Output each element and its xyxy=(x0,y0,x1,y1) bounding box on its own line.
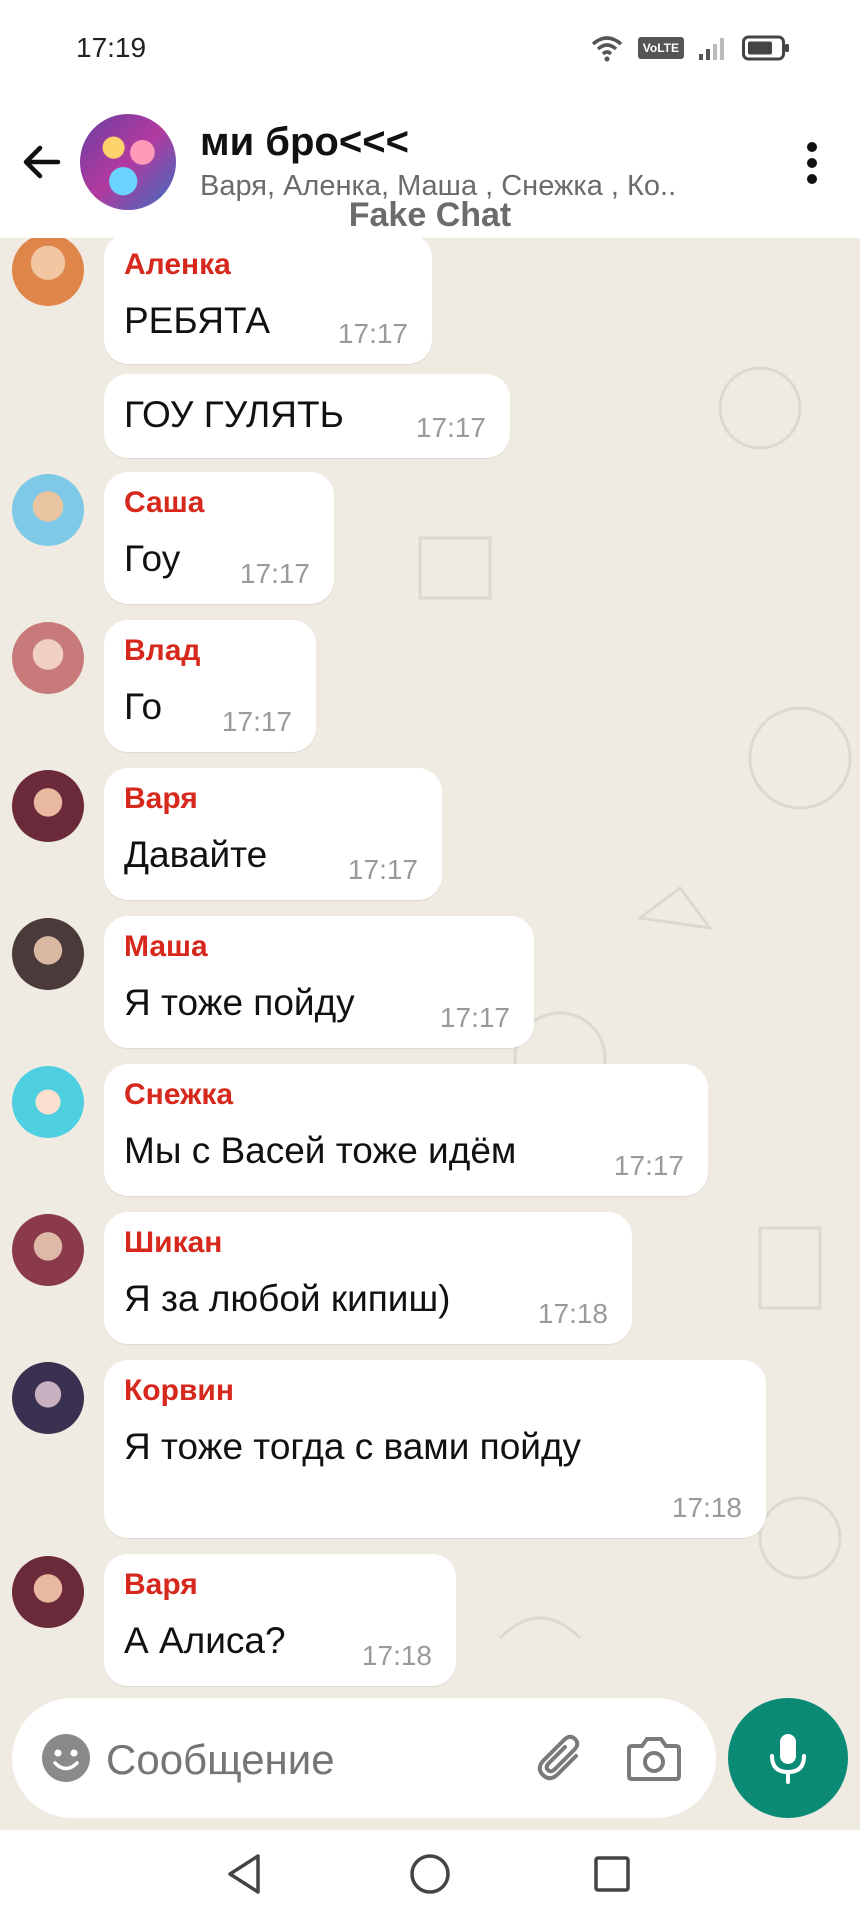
nav-recents-icon[interactable] xyxy=(592,1854,632,1894)
chat-title[interactable]: ми бро<<< xyxy=(200,120,409,165)
message-time: 17:17 xyxy=(221,706,292,737)
watermark: Fake Chat xyxy=(348,196,512,234)
message-bubble[interactable]: Корвин Я тоже тогда с вами пойду 17:18 xyxy=(104,1360,766,1538)
volte-badge: VoLTE xyxy=(637,37,684,59)
message-bubble[interactable]: ГОУ ГУЛЯТЬ 17:17 xyxy=(104,374,510,458)
message-row: Корвин Я тоже тогда с вами пойду 17:18 xyxy=(0,1360,860,1538)
message-time: 17:18 xyxy=(671,1492,742,1523)
message-row: Влад Го 17:17 xyxy=(0,620,860,752)
avatar[interactable] xyxy=(12,1556,84,1628)
smiley-icon xyxy=(42,1734,90,1782)
sender-name: Маша xyxy=(124,930,208,963)
message-bubble[interactable]: Аленка РЕБЯТА 17:17 xyxy=(104,238,432,364)
message-time: 17:17 xyxy=(239,558,310,589)
message-time: 17:17 xyxy=(415,412,486,443)
message-text: ГОУ ГУЛЯТЬ xyxy=(124,394,344,435)
avatar[interactable] xyxy=(12,474,84,546)
avatar[interactable] xyxy=(12,1214,84,1286)
message-bubble[interactable]: Снежка Мы с Васей тоже идём 17:17 xyxy=(104,1064,708,1196)
nav-back-icon[interactable] xyxy=(222,1852,266,1896)
message-text: Я тоже пойду xyxy=(124,982,355,1023)
more-options-button[interactable] xyxy=(804,142,820,186)
sender-name: Влад xyxy=(124,634,201,667)
sender-name: Саша xyxy=(124,486,205,519)
voice-message-button[interactable] xyxy=(728,1698,848,1818)
sender-name: Аленка xyxy=(124,248,231,281)
sender-name: Корвин xyxy=(124,1374,234,1407)
message-bubble[interactable]: Варя А Алиса? 17:18 xyxy=(104,1554,456,1686)
message-text: Го xyxy=(124,686,163,727)
avatar[interactable] xyxy=(12,1066,84,1138)
status-bar: 17:19 VoLTE xyxy=(0,0,860,100)
message-time: 17:18 xyxy=(361,1640,432,1671)
message-text: Давайте xyxy=(124,834,268,875)
message-text: РЕБЯТА xyxy=(124,300,270,341)
attach-button[interactable] xyxy=(534,1730,590,1786)
avatar[interactable] xyxy=(12,770,84,842)
avatar[interactable] xyxy=(12,238,84,306)
message-row: Варя А Алиса? 17:18 xyxy=(0,1554,860,1686)
back-button[interactable] xyxy=(18,138,66,186)
message-time: 17:18 xyxy=(537,1298,608,1329)
battery-icon xyxy=(742,35,789,61)
message-row: ГОУ ГУЛЯТЬ 17:17 xyxy=(0,374,860,458)
message-text: Я за любой кипиш) xyxy=(124,1278,451,1319)
message-bubble[interactable]: Саша Гоу 17:17 xyxy=(104,472,334,604)
message-list[interactable]: Аленка РЕБЯТА 17:17 ГОУ ГУЛЯТЬ 17:17 Саш… xyxy=(0,238,860,1694)
message-time: 17:17 xyxy=(337,318,408,349)
message-input[interactable] xyxy=(106,1736,426,1784)
wifi-icon xyxy=(591,36,622,62)
chat-header: ми бро<<< Варя, Аленка, Маша , Снежка , … xyxy=(0,100,860,238)
paperclip-icon xyxy=(537,1734,580,1781)
message-time: 17:17 xyxy=(439,1002,510,1033)
message-bubble[interactable]: Влад Го 17:17 xyxy=(104,620,316,752)
camera-button[interactable] xyxy=(626,1732,682,1784)
camera-icon xyxy=(627,1737,681,1781)
message-bubble[interactable]: Варя Давайте 17:17 xyxy=(104,768,442,900)
more-vertical-icon xyxy=(807,142,817,152)
sender-name: Шикан xyxy=(124,1226,223,1259)
message-text: Я тоже тогда с вами пойду xyxy=(124,1426,582,1467)
message-bubble[interactable]: Шикан Я за любой кипиш) 17:18 xyxy=(104,1212,632,1344)
sender-name: Снежка xyxy=(124,1078,234,1111)
message-text: Мы с Васей тоже идём xyxy=(124,1130,517,1171)
arrow-left-icon xyxy=(23,145,61,179)
avatar[interactable] xyxy=(12,918,84,990)
message-row: Маша Я тоже пойду 17:17 xyxy=(0,916,860,1048)
status-time: 17:19 xyxy=(76,32,147,63)
message-bubble[interactable]: Маша Я тоже пойду 17:17 xyxy=(104,916,534,1048)
message-row: Шикан Я за любой кипиш) 17:18 xyxy=(0,1212,860,1344)
message-time: 17:17 xyxy=(347,854,418,885)
status-icons: VoLTE xyxy=(590,34,790,62)
message-time: 17:17 xyxy=(613,1150,684,1181)
message-row: Аленка РЕБЯТА 17:17 xyxy=(0,238,860,368)
sender-name: Варя xyxy=(124,1568,198,1601)
message-text: Гоу xyxy=(124,538,181,579)
message-row: Снежка Мы с Васей тоже идём 17:17 xyxy=(0,1064,860,1196)
avatar[interactable] xyxy=(12,622,84,694)
message-composer xyxy=(12,1698,716,1818)
signal-icon xyxy=(699,38,724,60)
sender-name: Варя xyxy=(124,782,198,815)
avatar[interactable] xyxy=(12,1362,84,1434)
message-row: Саша Гоу 17:17 xyxy=(0,472,860,604)
emoji-button[interactable] xyxy=(40,1732,92,1784)
microphone-icon xyxy=(770,1734,806,1784)
message-row: Варя Давайте 17:17 xyxy=(0,768,860,900)
system-nav-bar xyxy=(0,1830,860,1920)
nav-home-icon[interactable] xyxy=(408,1852,452,1896)
message-text: А Алиса? xyxy=(124,1620,286,1661)
